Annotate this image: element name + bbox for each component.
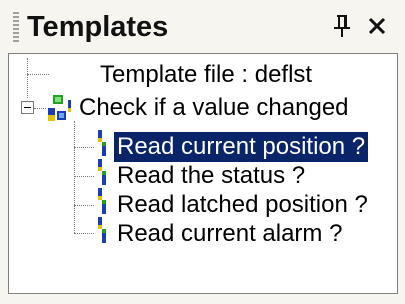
tree-root-label[interactable]: Check if a value changed [79,93,349,123]
pin-icon[interactable] [328,9,356,43]
panel-title-bar[interactable]: Templates [1,0,403,54]
template-file-label: Template file : deflst [100,61,313,88]
tree-line [74,176,94,177]
panel-title: Templates [27,11,169,43]
tree-line [74,121,75,233]
close-icon[interactable] [363,9,391,43]
templates-tree[interactable]: Template file : deflst Check if a value … [8,53,398,294]
tree-line [74,205,94,206]
tree-line [27,74,49,75]
tree-line [74,147,94,148]
tree-item-read-current-alarm[interactable]: Read current alarm ? [117,219,342,249]
tree-item-read-status[interactable]: Read the status ? [117,161,305,191]
tree-line [27,58,28,98]
collapse-toggle[interactable] [21,101,34,114]
templates-panel: Templates Template file : deflst Check i… [1,0,403,303]
tree-line [74,233,94,234]
tree-item-read-current-position[interactable]: Read current position ? [114,132,369,162]
tree-item-read-latched-position[interactable]: Read latched position ? [117,190,368,220]
step-icon [95,217,109,252]
function-block-icon [48,94,74,129]
drag-grip[interactable] [13,12,19,44]
tree-line [34,108,46,109]
